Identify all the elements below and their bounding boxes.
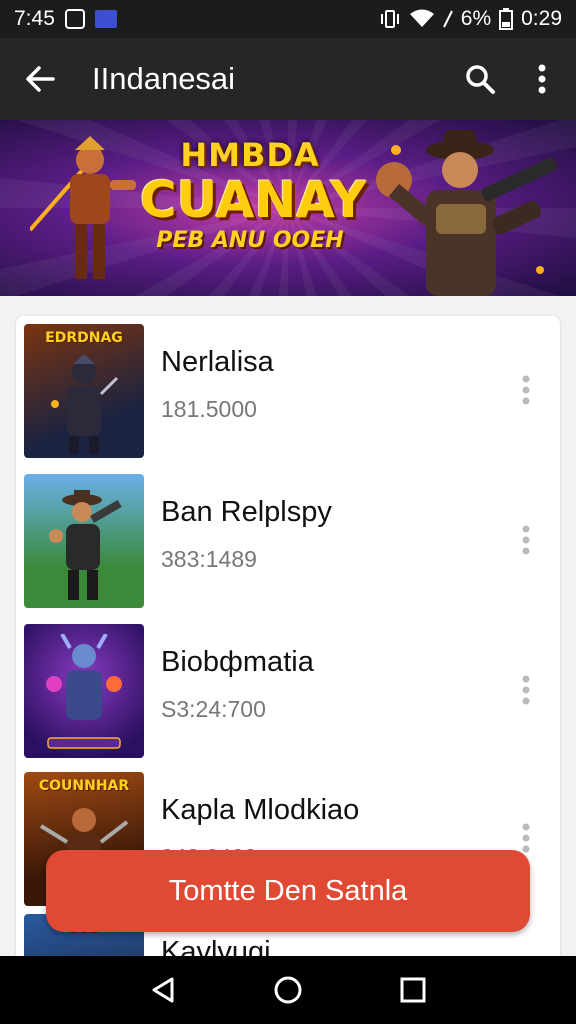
notification-blue-icon — [94, 10, 117, 28]
list-item[interactable]: EDRDNAG Nerlalisa 181.5000 — [16, 324, 560, 460]
nav-home-button[interactable] — [264, 966, 312, 1014]
cowboy-hero-illustration — [376, 130, 558, 296]
game-thumbnail — [24, 624, 144, 758]
more-vert-icon — [522, 525, 530, 555]
game-subtitle: S3:24:700 — [161, 696, 266, 722]
app-bar: IIndanesai — [0, 38, 576, 120]
game-title: Ban Relplspy — [161, 496, 332, 528]
battery-icon — [499, 8, 514, 30]
more-vert-icon — [538, 64, 546, 94]
banner-line-1: HMBDA — [180, 136, 320, 174]
game-subtitle: 181.5000 — [161, 396, 257, 422]
status-clock: 0:29 — [521, 7, 562, 30]
more-vert-icon — [522, 823, 530, 853]
more-vert-icon — [522, 375, 530, 405]
more-vert-icon — [522, 675, 530, 705]
warrior-hero-illustration — [30, 136, 136, 279]
nav-recents-button[interactable] — [389, 966, 437, 1014]
status-time: 7:45 — [14, 7, 55, 30]
nav-home-circle-icon — [274, 976, 302, 1004]
overflow-menu-button[interactable] — [522, 59, 562, 99]
list-item[interactable]: Biobфmatia S3:24:700 — [16, 624, 560, 760]
search-icon — [466, 65, 495, 94]
status-bar: 7:45 6% 0:29 — [0, 0, 576, 38]
page-title: IIndanesai — [92, 61, 236, 96]
banner-line-3: PEB ANU OOEH — [156, 228, 344, 253]
thumbnail-label: EDRDNAG — [45, 330, 123, 346]
game-subtitle: 383:1489 — [161, 546, 257, 572]
item-more-button[interactable] — [514, 520, 538, 560]
promo-banner[interactable]: HMBDA CUANAY PEB ANU OOEH — [0, 120, 576, 296]
game-thumbnail: EDRDNAG — [24, 324, 144, 458]
notification-app-icon — [64, 9, 85, 29]
vibrate-icon — [380, 10, 399, 28]
game-title: Kapla Mlodkiao — [161, 794, 360, 826]
wifi-icon — [409, 9, 434, 27]
arrow-left-icon — [26, 66, 55, 92]
game-title: Nerlalisa — [161, 346, 274, 378]
primary-action-button[interactable]: Tomtte Den Satnla — [46, 850, 530, 932]
nav-back-button[interactable] — [139, 966, 187, 1014]
banner-line-2: CUANAY — [140, 171, 367, 229]
system-nav-bar — [0, 956, 576, 1024]
signal-icon — [442, 10, 453, 28]
battery-percent: 6% — [460, 7, 492, 30]
game-title: Biobфmatia — [161, 646, 314, 678]
list-item[interactable]: Ban Relplspy 383:1489 — [16, 474, 560, 610]
nav-back-triangle-icon — [152, 977, 174, 1003]
back-button[interactable] — [20, 59, 60, 99]
thumbnail-label: COUNNHAR — [38, 778, 130, 794]
item-more-button[interactable] — [514, 670, 538, 710]
nav-recents-square-icon — [400, 977, 426, 1003]
search-button[interactable] — [460, 59, 500, 99]
item-more-button[interactable] — [514, 370, 538, 410]
game-thumbnail — [24, 474, 144, 608]
